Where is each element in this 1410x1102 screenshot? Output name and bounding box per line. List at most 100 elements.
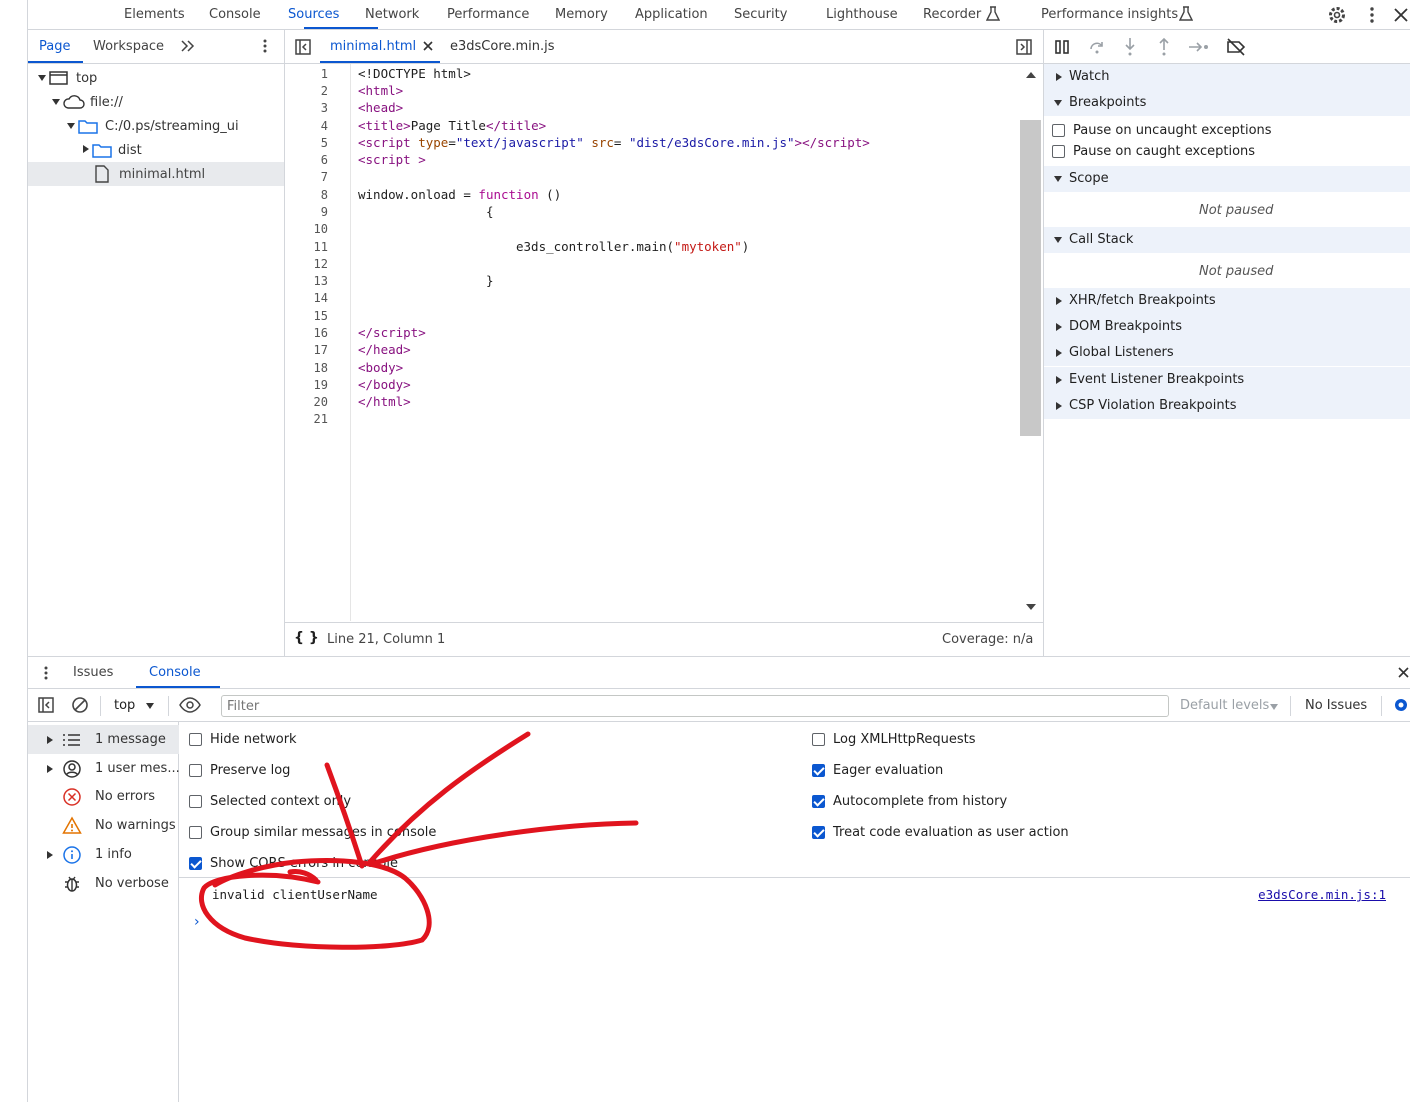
sidebar-item-user-messages[interactable]: 1 user mes...: [28, 754, 180, 783]
code-line-11: e3ds_controller.main("mytoken"): [516, 239, 749, 254]
option-label: Pause on caught exceptions: [1073, 144, 1256, 159]
editor-tab-e3dscore[interactable]: e3dsCore.min.js: [450, 39, 555, 54]
dropdown-arrow-icon[interactable]: [1269, 703, 1279, 711]
pause-uncaught-checkbox[interactable]: [1052, 124, 1065, 137]
pause-icon[interactable]: [1054, 39, 1072, 55]
pretty-print-icon[interactable]: { }: [294, 630, 319, 646]
code-tag: /html: [365, 394, 404, 409]
sidebar-item-warnings[interactable]: No warnings: [28, 811, 179, 840]
collapsed-triangle-icon: [46, 764, 54, 774]
autocomplete-history-checkbox[interactable]: [812, 795, 825, 808]
code-text: (): [538, 187, 562, 202]
sidebar-item-verbose[interactable]: No verbose: [28, 869, 179, 898]
step-over-icon[interactable]: [1088, 39, 1106, 55]
watch-section[interactable]: Watch: [1044, 64, 1410, 90]
step-out-icon[interactable]: [1157, 37, 1171, 57]
tab-elements[interactable]: Elements: [124, 7, 185, 22]
toggle-debugger-icon[interactable]: [1015, 38, 1033, 56]
tab-memory[interactable]: Memory: [555, 7, 608, 22]
tab-application[interactable]: Application: [635, 7, 708, 22]
console-prompt-chevron-icon[interactable]: ›: [194, 914, 200, 930]
line-number: 5: [320, 136, 328, 150]
issues-counter[interactable]: No Issues: [1305, 698, 1367, 713]
user-icon: [62, 759, 82, 779]
dropdown-arrow-icon[interactable]: [145, 702, 155, 710]
deactivate-breakpoints-icon[interactable]: [1226, 38, 1246, 56]
more-tabs-chevron-icon[interactable]: [180, 38, 196, 54]
scroll-down-arrow-icon[interactable]: [1025, 602, 1037, 612]
toggle-sidebar-icon[interactable]: [37, 696, 55, 714]
tree-item-file[interactable]: file://: [28, 90, 285, 114]
log-levels-dropdown[interactable]: Default levels: [1180, 698, 1269, 713]
collapsed-triangle-icon: [1056, 402, 1062, 410]
treat-code-eval-checkbox[interactable]: [812, 826, 825, 839]
close-tab-icon[interactable]: [422, 40, 434, 52]
pause-caught-checkbox[interactable]: [1052, 145, 1065, 158]
clear-console-icon[interactable]: [71, 696, 89, 714]
tree-item-folder-root[interactable]: C:/0.ps/streaming_ui: [28, 114, 285, 138]
tree-item-dist[interactable]: dist: [28, 138, 285, 162]
tab-console[interactable]: Console: [209, 7, 261, 22]
code-tag: script: [365, 152, 411, 167]
toggle-navigator-icon[interactable]: [294, 38, 312, 56]
live-expression-eye-icon[interactable]: [179, 697, 201, 713]
sidebar-item-messages[interactable]: 1 message: [28, 725, 179, 754]
csp-violation-breakpoints-section[interactable]: CSP Violation Breakpoints: [1044, 393, 1410, 419]
preserve-log-checkbox[interactable]: [189, 764, 202, 777]
settings-gear-icon[interactable]: [1327, 5, 1347, 25]
more-options-icon[interactable]: [1364, 5, 1380, 25]
call-stack-section[interactable]: Call Stack: [1044, 227, 1410, 253]
show-cors-checkbox[interactable]: [189, 857, 202, 870]
xhr-breakpoints-section[interactable]: XHR/fetch Breakpoints: [1044, 288, 1410, 314]
hide-network-checkbox[interactable]: [189, 733, 202, 746]
tab-page[interactable]: Page: [39, 39, 70, 54]
tab-lighthouse[interactable]: Lighthouse: [826, 7, 898, 22]
log-xhr-checkbox[interactable]: [812, 733, 825, 746]
navigator-menu-icon[interactable]: [257, 38, 273, 54]
tab-network[interactable]: Network: [365, 7, 419, 22]
close-devtools-icon[interactable]: [1392, 6, 1410, 24]
eager-evaluation-checkbox[interactable]: [812, 764, 825, 777]
bug-icon: [63, 874, 81, 894]
devtools-tab-bar: Elements Console Sources Network Perform…: [28, 0, 1410, 30]
sidebar-item-info[interactable]: 1 info: [28, 840, 179, 869]
step-icon[interactable]: [1187, 39, 1211, 55]
drawer-tab-issues[interactable]: Issues: [73, 665, 113, 680]
scroll-up-arrow-icon[interactable]: [1025, 70, 1037, 80]
group-similar-checkbox[interactable]: [189, 826, 202, 839]
editor-tab-minimal-html[interactable]: minimal.html: [330, 39, 416, 54]
breakpoints-section[interactable]: Breakpoints: [1044, 90, 1410, 116]
global-listeners-section[interactable]: Global Listeners: [1044, 340, 1410, 366]
tab-performance-insights[interactable]: Performance insights: [1041, 7, 1178, 22]
code-line-17: </head>: [358, 342, 411, 357]
tab-sources[interactable]: Sources: [288, 7, 339, 22]
console-message-source-link[interactable]: e3dsCore.min.js:1: [1258, 887, 1386, 902]
tree-item-top[interactable]: top: [28, 66, 285, 90]
step-into-icon[interactable]: [1123, 37, 1137, 57]
code-bracket: >: [395, 83, 404, 98]
dom-breakpoints-section[interactable]: DOM Breakpoints: [1044, 314, 1410, 340]
console-filter-input[interactable]: [221, 695, 1169, 717]
tab-performance[interactable]: Performance: [447, 7, 529, 22]
selected-context-checkbox[interactable]: [189, 795, 202, 808]
scrollbar-thumb[interactable]: [1020, 120, 1041, 436]
close-drawer-icon[interactable]: [1397, 666, 1410, 679]
event-listener-breakpoints-section[interactable]: Event Listener Breakpoints: [1044, 367, 1410, 393]
section-title: DOM Breakpoints: [1069, 319, 1182, 334]
drawer-tab-console[interactable]: Console: [149, 665, 201, 680]
sidebar-item-errors[interactable]: No errors: [28, 782, 179, 811]
cloud-icon: [63, 94, 85, 110]
drawer-menu-icon[interactable]: [38, 665, 54, 681]
option-label: Show CORS errors in console: [210, 856, 398, 871]
code-text: {: [486, 204, 494, 219]
tab-security[interactable]: Security: [734, 7, 787, 22]
console-settings-gear-icon[interactable]: [1392, 696, 1410, 714]
tab-recorder[interactable]: Recorder: [923, 7, 981, 22]
scope-section[interactable]: Scope: [1044, 166, 1410, 192]
context-selector[interactable]: top: [114, 698, 135, 713]
line-number: 15: [313, 309, 328, 323]
toolbar-divider: [1290, 696, 1291, 716]
tab-workspace[interactable]: Workspace: [93, 39, 164, 54]
console-message: invalid clientUserName e3dsCore.min.js:1: [179, 878, 1410, 908]
tree-item-minimal-html[interactable]: minimal.html: [28, 162, 284, 186]
